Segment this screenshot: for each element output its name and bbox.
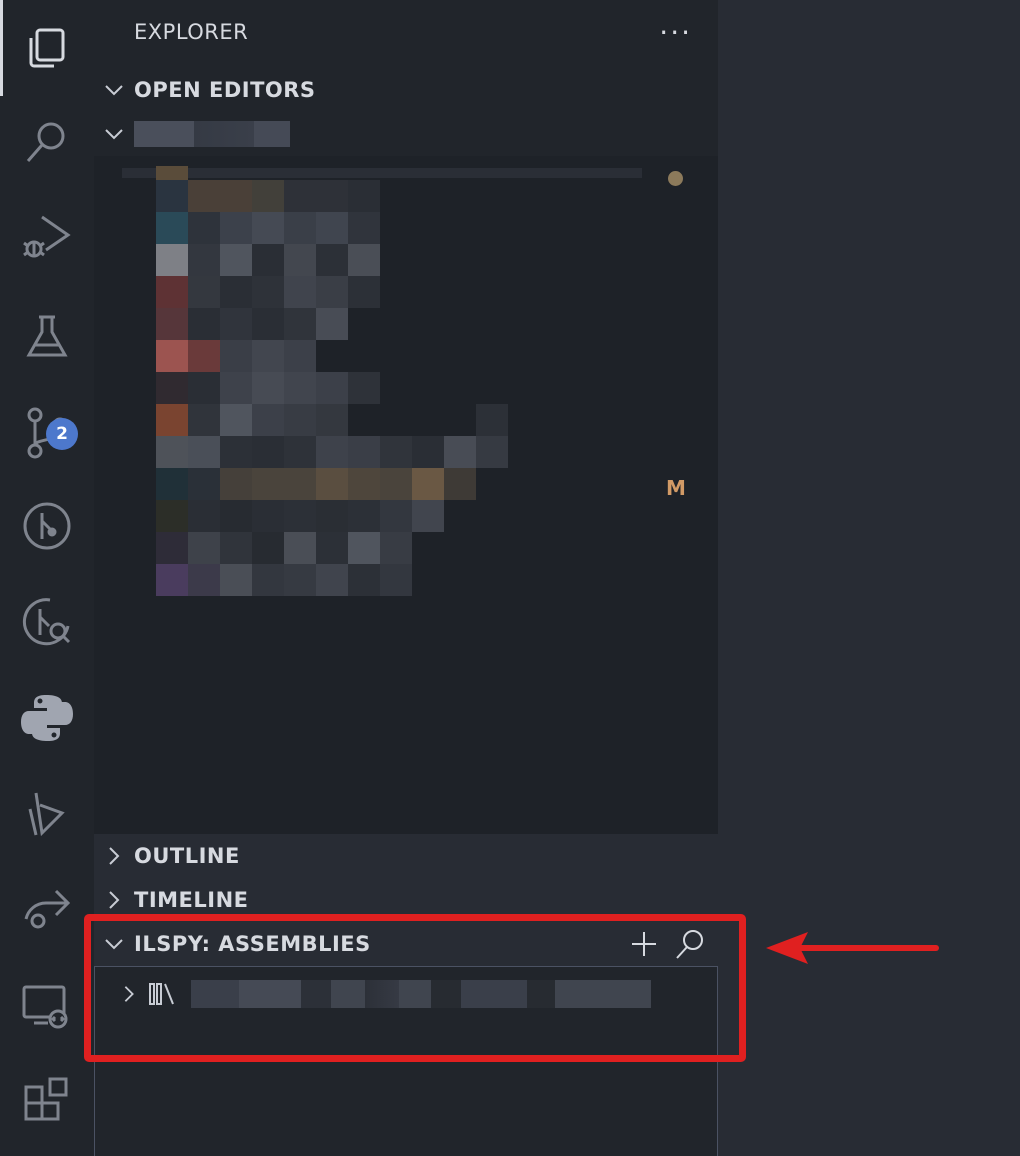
annotation-highlight-box: [84, 914, 746, 1062]
source-control-activity[interactable]: 2: [0, 384, 94, 480]
git-lens-icon: [22, 598, 71, 646]
timeline-label: TIMELINE: [134, 888, 249, 912]
python-icon: [21, 695, 73, 741]
redacted-row: [122, 168, 642, 178]
chevron-right-icon: [94, 845, 134, 867]
sidebar-title-bar: EXPLORER ···: [94, 0, 718, 68]
modified-indicator: M: [666, 476, 686, 500]
python-activity[interactable]: [0, 670, 94, 766]
chevron-down-icon: [94, 123, 134, 145]
live-share-icon: [24, 889, 71, 929]
run-debug-icon: [23, 215, 71, 258]
live-share-activity[interactable]: [0, 860, 94, 956]
testing-icon: [26, 315, 68, 357]
changes-badge: 2: [46, 418, 78, 450]
open-editors-label: OPEN EDITORS: [134, 78, 316, 102]
explorer-activity[interactable]: [0, 0, 94, 96]
git-graph-activity[interactable]: [0, 478, 94, 574]
workspace-folder-row[interactable]: [94, 112, 718, 156]
powershell-icon: [28, 792, 65, 837]
file-tree-redacted: M: [94, 156, 718, 834]
gitlens-activity[interactable]: [0, 574, 94, 670]
chevron-down-icon: [94, 79, 134, 101]
search-activity[interactable]: [0, 94, 94, 190]
powershell-activity[interactable]: [0, 766, 94, 862]
remote-explorer-icon: [22, 985, 68, 1029]
outline-header[interactable]: OUTLINE: [94, 834, 718, 878]
git-graph-icon: [23, 502, 71, 550]
testing-activity[interactable]: [0, 288, 94, 384]
activity-bar: 2: [0, 0, 94, 1156]
open-editors-header[interactable]: OPEN EDITORS: [94, 68, 718, 112]
unsaved-dot-icon: [668, 171, 683, 186]
more-actions-button[interactable]: ···: [659, 16, 692, 49]
extensions-icon: [24, 1077, 68, 1121]
annotation-arrow-icon: [766, 932, 939, 964]
extensions-activity[interactable]: [0, 1054, 94, 1150]
redacted-folder-name: [134, 121, 290, 147]
remote-explorer-activity[interactable]: [0, 958, 94, 1054]
outline-label: OUTLINE: [134, 844, 240, 868]
sidebar-title: EXPLORER: [134, 20, 249, 44]
search-icon: [26, 122, 65, 162]
run-debug-activity[interactable]: [0, 188, 94, 284]
files-icon: [29, 28, 65, 68]
chevron-right-icon: [94, 889, 134, 911]
